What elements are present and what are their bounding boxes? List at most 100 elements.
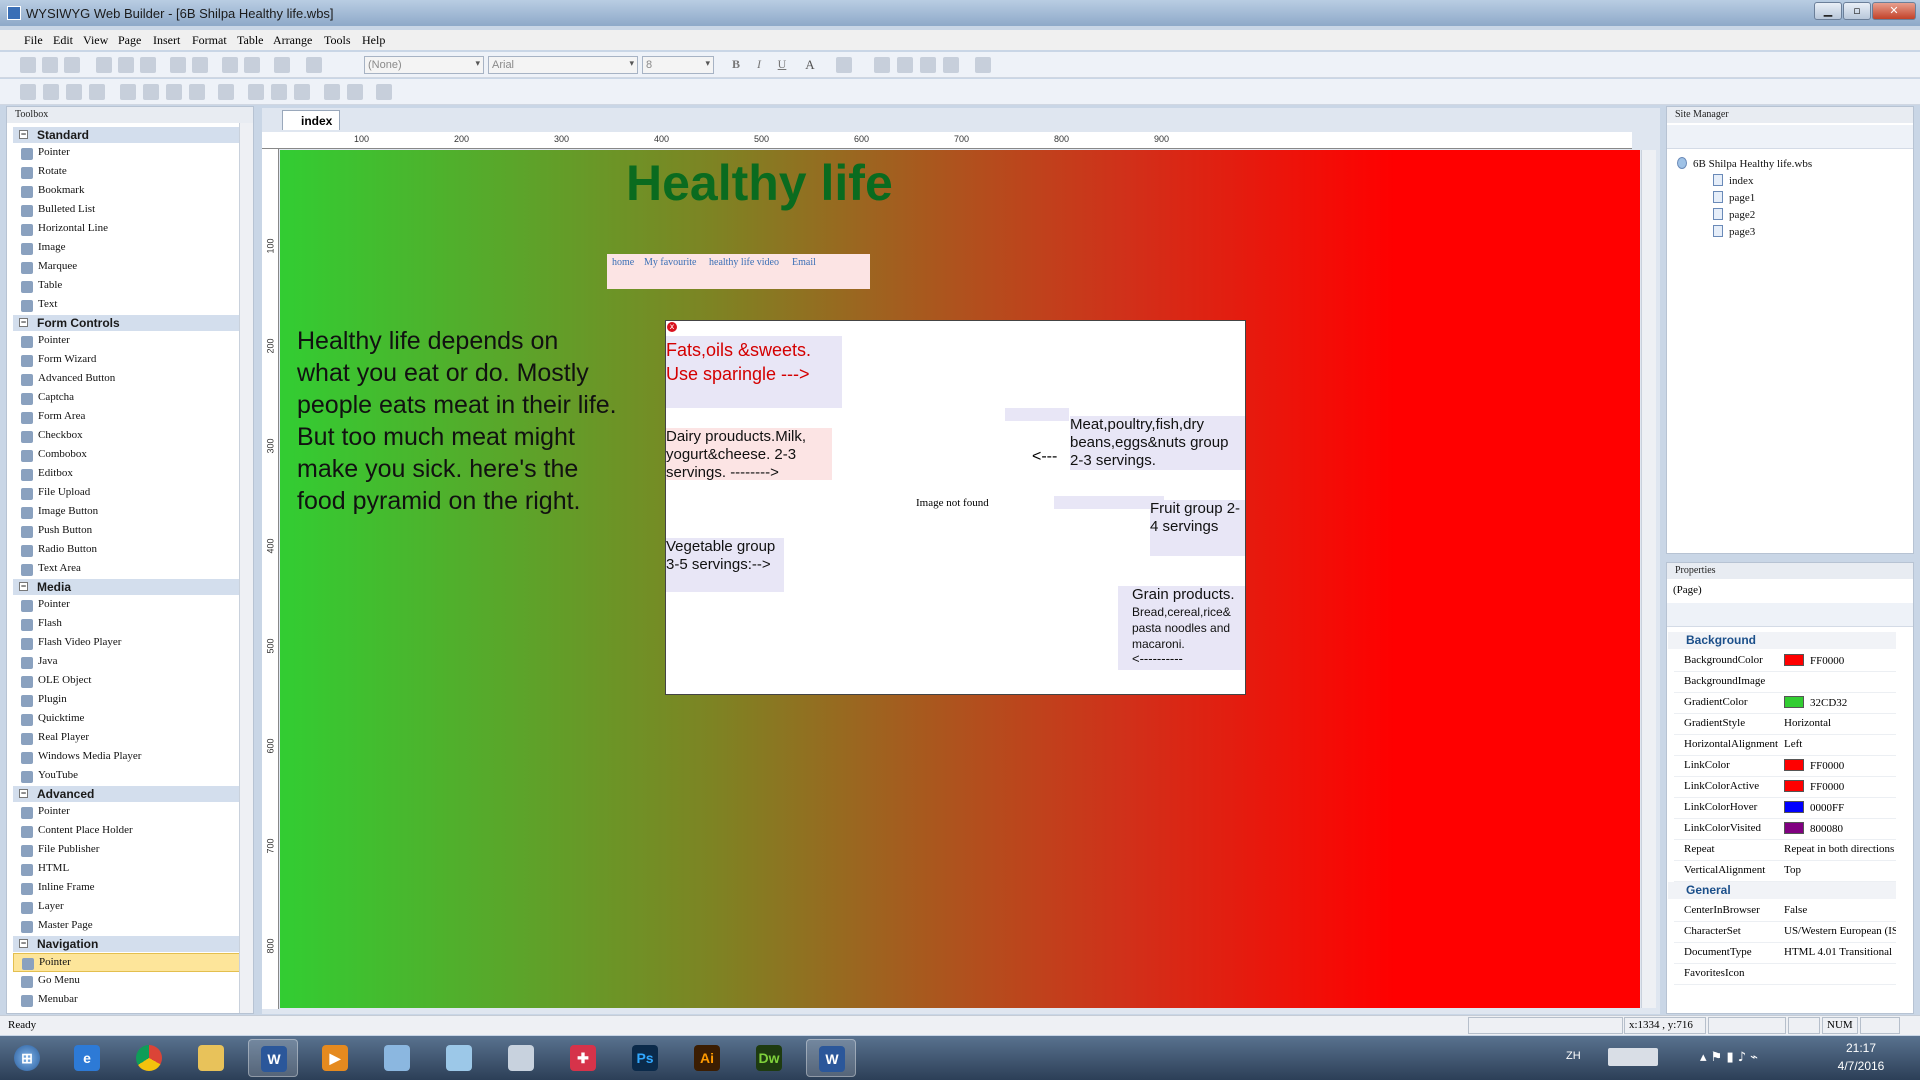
property-row-gradientcolor[interactable]: GradientColor 32CD32 — [1674, 693, 1896, 714]
toolbox-item-captcha[interactable]: Captcha — [13, 389, 245, 408]
word-icon[interactable]: W — [248, 1039, 298, 1077]
toolbox-item-advanced-button[interactable]: Advanced Button — [13, 370, 245, 389]
collapse-icon[interactable]: − — [19, 130, 28, 139]
property-row-verticalalignment[interactable]: VerticalAlignment Top — [1674, 861, 1896, 882]
align-right-icon[interactable] — [920, 57, 936, 73]
bring-front-icon[interactable] — [120, 84, 136, 100]
illustrator-icon[interactable]: Ai — [682, 1039, 732, 1077]
toolbox-item-form-area[interactable]: Form Area — [13, 408, 245, 427]
file-explorer-icon[interactable] — [186, 1039, 236, 1077]
intro-text[interactable]: Healthy life depends on what you eat or … — [297, 325, 617, 517]
toolbox-section-navigation[interactable]: − Navigation — [13, 936, 245, 952]
show-grid-icon[interactable] — [294, 84, 310, 100]
property-value[interactable]: US/Western European (ISO) — [1784, 925, 1896, 937]
nav-email[interactable]: Email — [792, 257, 816, 268]
size-combo[interactable]: 8 — [642, 56, 714, 74]
editor-scrollbar[interactable] — [1641, 150, 1656, 1008]
toolbox-item-push-button[interactable]: Push Button — [13, 522, 245, 541]
cut-icon[interactable] — [96, 57, 112, 73]
align-objects-center-icon[interactable] — [43, 84, 59, 100]
paint-icon[interactable] — [372, 1039, 422, 1077]
toolbox-item-pointer[interactable]: Pointer — [13, 953, 245, 972]
menu-format[interactable]: Format — [192, 33, 227, 48]
layout-icon[interactable] — [376, 84, 392, 100]
snap-grid-icon[interactable] — [271, 84, 287, 100]
same-width-icon[interactable] — [166, 84, 182, 100]
property-value[interactable]: 800080 — [1784, 822, 1896, 835]
property-value[interactable]: 0000FF — [1784, 801, 1896, 814]
property-value[interactable]: HTML 4.01 Transitional — [1784, 946, 1896, 958]
menu-arrange[interactable]: Arrange — [273, 33, 312, 48]
property-category-general[interactable]: General — [1668, 882, 1896, 899]
toolbox-item-flash[interactable]: Flash — [13, 615, 245, 634]
language-indicator[interactable]: ZH — [1566, 1050, 1581, 1062]
bold-icon[interactable]: B — [728, 57, 744, 73]
label-fruit[interactable]: Fruit group 2-4 servings — [1150, 500, 1245, 556]
property-value[interactable]: Top — [1784, 864, 1896, 876]
ungroup-icon[interactable] — [347, 84, 363, 100]
group-icon[interactable] — [324, 84, 340, 100]
close-button[interactable]: ✕ — [1872, 2, 1916, 20]
spell-icon[interactable] — [975, 57, 991, 73]
site-tree-page1[interactable]: page1 — [1713, 191, 1755, 204]
minimize-button[interactable]: ▁ — [1814, 2, 1842, 20]
property-value[interactable]: FF0000 — [1784, 654, 1896, 667]
label-meat[interactable]: Meat,poultry,fish,dry beans,eggs&nuts gr… — [1070, 416, 1245, 470]
publish-icon[interactable] — [306, 57, 322, 73]
toolbox-item-table[interactable]: Table — [13, 277, 245, 296]
snipping-tool-icon[interactable]: ✚ — [558, 1039, 608, 1077]
property-row-backgroundcolor[interactable]: BackgroundColor FF0000 — [1674, 651, 1896, 672]
tray-icons[interactable]: ▴ ⚑ ▮ ♪ ⌁ — [1700, 1050, 1758, 1065]
label-grain[interactable]: Grain products. Bread,cereal,rice& pasta… — [1118, 586, 1245, 670]
toolbox-item-combobox[interactable]: Combobox — [13, 446, 245, 465]
start-button[interactable]: ⊞ — [2, 1039, 52, 1077]
clock[interactable]: 21:17 4/7/2016 — [1826, 1039, 1896, 1075]
chrome-icon[interactable] — [124, 1039, 174, 1077]
menu-table[interactable]: Table — [237, 33, 263, 48]
toolbox-item-pointer[interactable]: Pointer — [13, 803, 245, 822]
photoshop-icon[interactable]: Ps — [620, 1039, 670, 1077]
new-icon[interactable] — [20, 57, 36, 73]
nav-my-favourite[interactable]: My favourite — [644, 257, 697, 268]
collapse-icon[interactable]: − — [19, 789, 28, 798]
toolbox-item-flash-video-player[interactable]: Flash Video Player — [13, 634, 245, 653]
notepad-icon[interactable] — [434, 1039, 484, 1077]
property-row-characterset[interactable]: CharacterSet US/Western European (ISO) — [1674, 922, 1896, 943]
property-category-background[interactable]: Background — [1668, 632, 1896, 649]
property-row-linkcolor[interactable]: LinkColor FF0000 — [1674, 756, 1896, 777]
menu-insert[interactable]: Insert — [153, 33, 180, 48]
property-row-backgroundimage[interactable]: BackgroundImage — [1674, 672, 1896, 693]
toolbox-item-file-publisher[interactable]: File Publisher — [13, 841, 245, 860]
toolbox-item-pointer[interactable]: Pointer — [13, 144, 245, 163]
align-objects-top-icon[interactable] — [89, 84, 105, 100]
property-row-linkcolorvisited[interactable]: LinkColorVisited 800080 — [1674, 819, 1896, 840]
toolbox-item-quicktime[interactable]: Quicktime — [13, 710, 245, 729]
menu-edit[interactable]: Edit — [53, 33, 73, 48]
dreamweaver-icon[interactable]: Dw — [744, 1039, 794, 1077]
preview-icon[interactable] — [274, 57, 290, 73]
menu-page[interactable]: Page — [118, 33, 141, 48]
toolbox-item-file-upload[interactable]: File Upload — [13, 484, 245, 503]
replace-icon[interactable] — [244, 57, 260, 73]
property-row-horizontalalignment[interactable]: HorizontalAlignment Left — [1674, 735, 1896, 756]
property-value[interactable]: False — [1784, 904, 1896, 916]
toolbox-item-image-button[interactable]: Image Button — [13, 503, 245, 522]
toolbox-item-content-place-holder[interactable]: Content Place Holder — [13, 822, 245, 841]
open-icon[interactable] — [42, 57, 58, 73]
property-value[interactable]: 32CD32 — [1784, 696, 1896, 709]
calculator-icon[interactable] — [496, 1039, 546, 1077]
undo-icon[interactable] — [170, 57, 186, 73]
property-row-documenttype[interactable]: DocumentType HTML 4.01 Transitional — [1674, 943, 1896, 964]
toolbox-item-bookmark[interactable]: Bookmark — [13, 182, 245, 201]
toolbox-item-real-player[interactable]: Real Player — [13, 729, 245, 748]
internet-explorer-icon[interactable]: e — [62, 1039, 112, 1077]
align-left-icon[interactable] — [874, 57, 890, 73]
toolbox-item-youtube[interactable]: YouTube — [13, 767, 245, 786]
justify-icon[interactable] — [943, 57, 959, 73]
toolbox-item-layer[interactable]: Layer — [13, 898, 245, 917]
site-tree-root[interactable]: 6B Shilpa Healthy life.wbs — [1677, 157, 1812, 170]
toolbox-section-form-controls[interactable]: − Form Controls — [13, 315, 245, 331]
toolbox-item-rotate[interactable]: Rotate — [13, 163, 245, 182]
ime-bar[interactable] — [1608, 1048, 1658, 1066]
maximize-button[interactable]: ▫ — [1843, 2, 1871, 20]
